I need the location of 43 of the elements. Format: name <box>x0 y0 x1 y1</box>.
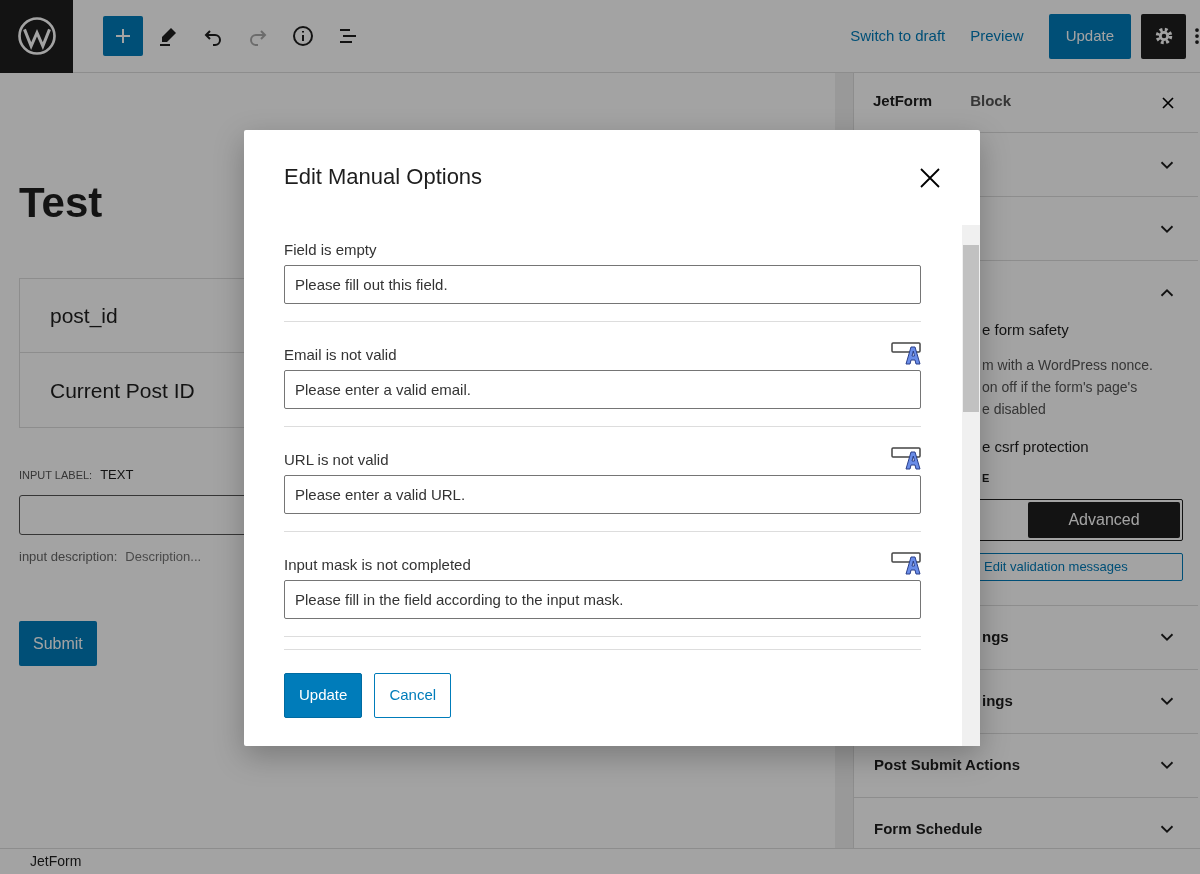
field-label: Input mask is not completed <box>284 554 471 575</box>
message-input-field[interactable]: Please enter a valid email. <box>284 370 921 409</box>
sidebar-tab[interactable]: JetForm <box>854 73 952 132</box>
panel-title[interactable]: Post Submit Actions <box>874 753 1021 777</box>
update-button[interactable]: Update <box>284 673 363 718</box>
panel-title[interactable]: ngs <box>982 625 1009 649</box>
modal-title: Edit Manual Options <box>284 164 483 191</box>
add-button[interactable] <box>103 16 143 56</box>
cancel-button[interactable]: Cancel <box>374 673 452 718</box>
input-label-caption: INPUT LABEL: <box>19 467 93 483</box>
segment-option[interactable]: Advanced <box>1028 501 1180 538</box>
type-caption: E <box>982 471 991 486</box>
scrollbar[interactable] <box>962 225 980 746</box>
description-caption: input description: <box>19 547 118 566</box>
description-field[interactable]: Description... <box>125 546 236 567</box>
text-format-icon[interactable] <box>891 551 921 576</box>
toggle-label: e csrf protection <box>982 436 1090 457</box>
breadcrumb[interactable]: JetForm <box>30 851 82 872</box>
toolbar-link[interactable]: Switch to draft <box>850 24 946 48</box>
more-options-icon[interactable] <box>1194 26 1200 46</box>
message-input-field[interactable]: Please fill in the field according to the input mask. <box>284 580 921 619</box>
panel-title[interactable]: ings <box>982 689 1013 713</box>
field-label: Email is not valid <box>284 344 397 365</box>
sidebar-tab[interactable]: Block <box>951 73 1031 132</box>
close-icon <box>918 165 942 190</box>
settings-button[interactable] <box>1141 13 1186 59</box>
help-text: m with a WordPress nonce. on off if the form's page's e disabled <box>982 355 1154 419</box>
submit-button[interactable]: Submit <box>19 621 97 667</box>
input-label-value[interactable]: TEXT <box>100 465 134 485</box>
panel-title[interactable]: Form Schedule <box>874 817 983 841</box>
text-format-icon[interactable] <box>891 446 921 471</box>
field-label: URL is not valid <box>284 449 389 470</box>
message-input-field[interactable]: Please fill out this field. <box>284 265 921 304</box>
close-button[interactable] <box>918 165 942 190</box>
update-button[interactable]: Update <box>1048 13 1131 59</box>
info-icon <box>291 24 315 48</box>
logo-icon[interactable] <box>16 16 57 56</box>
toolbar-link[interactable]: Preview <box>970 24 1024 48</box>
toggle-label: e form safety <box>982 320 1070 340</box>
field-row-text: Current Post ID <box>49 377 196 404</box>
field-label: Field is empty <box>284 239 377 260</box>
message-input-field[interactable]: Please enter a valid URL. <box>284 475 921 514</box>
text-format-icon[interactable] <box>891 341 921 366</box>
